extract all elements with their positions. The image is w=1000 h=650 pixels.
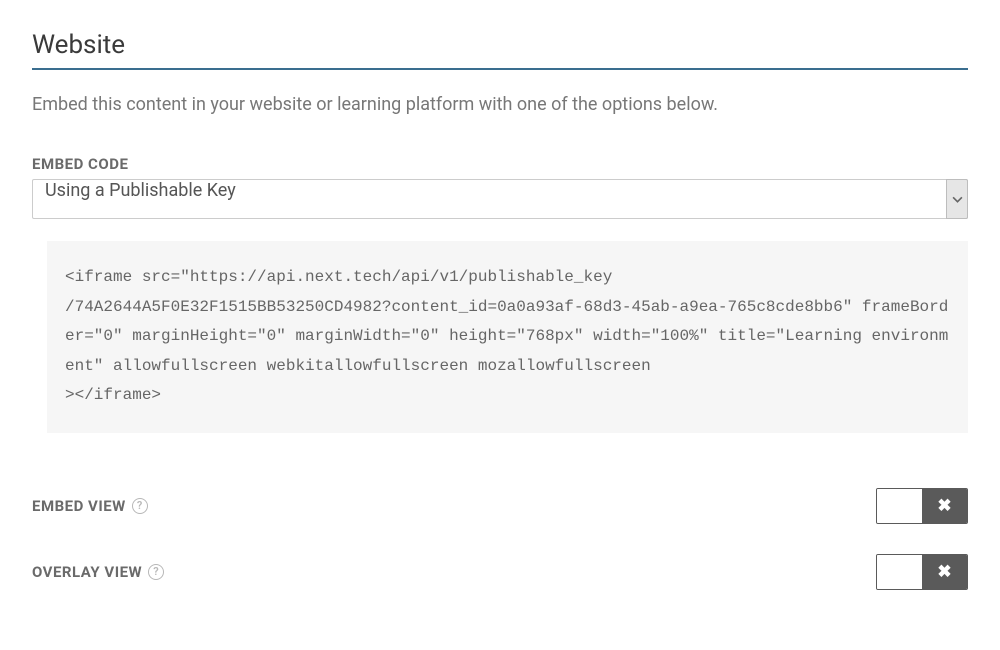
close-icon: ✖ (937, 562, 951, 582)
section-description: Embed this content in your website or le… (32, 94, 968, 115)
embed-code-label: EMBED CODE (32, 155, 968, 173)
embed-view-toggle-on[interactable] (877, 489, 922, 523)
help-icon[interactable]: ? (148, 564, 164, 580)
embed-view-label: EMBED VIEW (32, 497, 126, 515)
overlay-view-row: OVERLAY VIEW ? ✖ (32, 554, 968, 590)
embed-view-toggle-off[interactable]: ✖ (922, 489, 967, 523)
overlay-view-label: OVERLAY VIEW (32, 563, 142, 581)
close-icon: ✖ (937, 496, 951, 516)
embed-view-row: EMBED VIEW ? ✖ (32, 488, 968, 524)
overlay-view-toggle-off[interactable]: ✖ (922, 555, 967, 589)
overlay-view-label-group: OVERLAY VIEW ? (32, 563, 164, 581)
embed-code-snippet[interactable]: <iframe src="https://api.next.tech/api/v… (47, 241, 968, 433)
embed-code-select[interactable]: Using a Publishable Key (32, 179, 968, 219)
embed-view-label-group: EMBED VIEW ? (32, 497, 148, 515)
overlay-view-toggle[interactable]: ✖ (876, 554, 968, 590)
embed-code-group: EMBED CODE Using a Publishable Key <ifra… (32, 155, 968, 433)
embed-code-select-wrap: Using a Publishable Key (32, 179, 968, 219)
embed-view-toggle[interactable]: ✖ (876, 488, 968, 524)
help-icon[interactable]: ? (132, 498, 148, 514)
section-title: Website (32, 30, 968, 70)
overlay-view-toggle-on[interactable] (877, 555, 922, 589)
